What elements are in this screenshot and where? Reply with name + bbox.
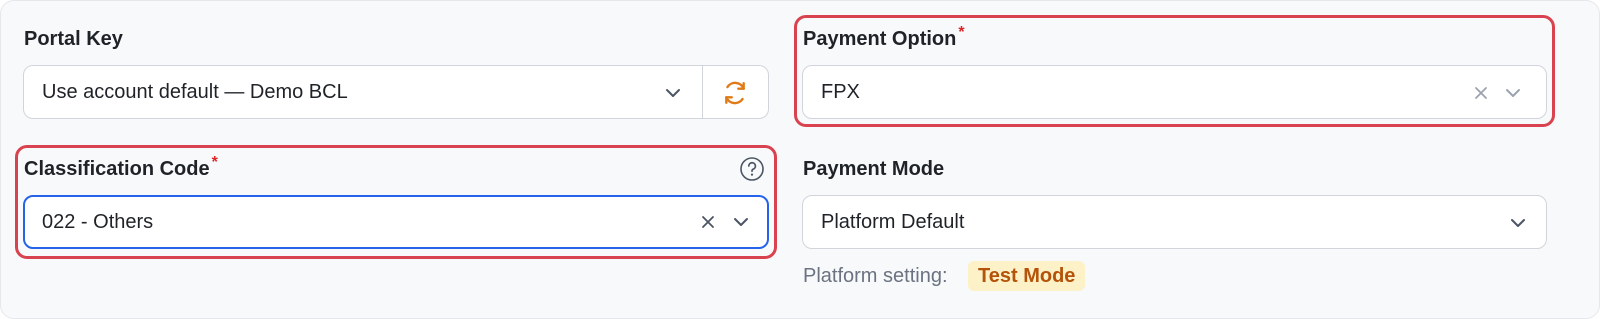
classification-code-value: 022 - Others: [42, 211, 154, 233]
payment-mode-select[interactable]: Platform Default: [802, 195, 1547, 249]
portal-key-value: Use account default — Demo BCL: [42, 81, 348, 103]
portal-key-select[interactable]: Use account default — Demo BCL: [23, 65, 769, 119]
classification-code-label: Classification Code *: [24, 154, 218, 180]
payment-option-select[interactable]: FPX: [802, 65, 1547, 119]
chevron-down-icon[interactable]: [1504, 84, 1522, 102]
refresh-icon[interactable]: [722, 80, 748, 106]
chevron-down-icon[interactable]: [732, 213, 750, 231]
payment-mode-label: Payment Mode: [803, 158, 945, 180]
payment-mode-value: Platform Default: [821, 211, 965, 233]
help-circle-icon[interactable]: [739, 156, 765, 182]
classification-code-select[interactable]: 022 - Others: [23, 195, 769, 249]
close-icon[interactable]: [700, 214, 716, 230]
platform-setting-hint: Platform setting:: [803, 265, 948, 287]
close-icon[interactable]: [1473, 85, 1489, 101]
test-mode-badge: Test Mode: [968, 261, 1086, 291]
payment-option-label: Payment Option *: [803, 24, 965, 50]
chevron-down-icon[interactable]: [664, 84, 682, 102]
form-panel: Portal Key Use account default — Demo BC…: [0, 0, 1600, 319]
portal-key-divider: [702, 66, 703, 118]
portal-key-label: Portal Key: [24, 28, 123, 50]
payment-option-value: FPX: [821, 81, 860, 103]
chevron-down-icon[interactable]: [1509, 214, 1527, 232]
